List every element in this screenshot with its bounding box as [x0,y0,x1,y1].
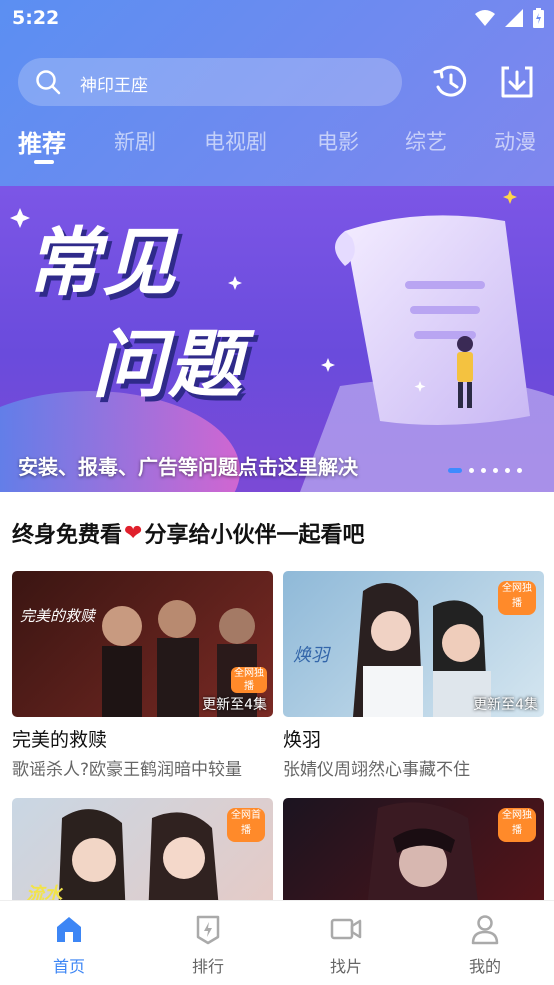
nav-label: 我的 [468,957,501,976]
poster-title: 焕羽 [293,645,329,666]
nav-rank[interactable]: 排行 [168,913,248,977]
search-bar[interactable]: 神印王座 [18,58,402,106]
section-title-part2: 分享给小伙伴一起看吧 [144,523,365,548]
nav-home[interactable]: 首页 [29,913,109,977]
tab-tv[interactable]: 电视剧 [204,126,267,156]
wifi-icon [475,10,495,26]
video-card[interactable]: 焕羽 全网独播 更新至4集 焕羽 张婧仪周翊然心事藏不住 [283,571,544,780]
download-button[interactable] [497,62,537,102]
nav-label: 首页 [52,957,85,976]
exclusive-badge: 全网独播 [498,808,536,842]
tab-movie[interactable]: 电影 [317,126,359,156]
carousel-dot [505,468,510,473]
carousel-dot [493,468,498,473]
nav-label: 排行 [191,957,224,976]
tab-indicator [34,160,54,164]
poster-title: 完美的救赎 [20,607,96,625]
carousel-dot [517,468,522,473]
home-icon [57,917,81,942]
header: 5:22 神印王座 推荐 新剧 电视剧 电影 综艺 动漫 [0,0,554,186]
nav-discover[interactable]: 找片 [306,913,386,977]
search-text: 神印王座 [80,76,148,96]
status-time: 5:22 [12,7,60,29]
tab-anime[interactable]: 动漫 [494,126,536,156]
banner-caption: 安装、报毒、广告等问题点击这里解决 [18,455,358,479]
carousel-indicator [448,468,522,473]
download-icon [501,66,533,98]
rank-icon [196,915,220,945]
video-subtitle: 歌谣杀人?欧豪王鹤润暗中较量 [12,760,243,780]
carousel-dot [481,468,486,473]
banner-headline-1: 常见 [26,220,178,306]
section-title: 终身免费看 ❤ 分享给小伙伴一起看吧 [12,517,364,549]
tab-new[interactable]: 新剧 [114,126,156,156]
banner-carousel[interactable]: 常见 问题 安装、报毒、广告等问题点击这里解决 [0,186,554,492]
video-camera-icon [330,918,362,940]
video-poster[interactable]: 焕羽 全网独播 更新至4集 [283,571,544,717]
battery-icon [533,8,544,28]
history-icon [433,65,467,97]
video-card[interactable]: 完美的救赎 全网独播 更新至4集 完美的救赎 歌谣杀人?欧豪王鹤润暗中较量 [12,571,273,780]
banner-headline-2: 问题 [92,322,244,408]
heart-icon: ❤ [124,520,143,546]
category-tabs: 推荐 新剧 电视剧 电影 综艺 动漫 [0,126,554,170]
history-button[interactable] [431,62,471,102]
video-title[interactable]: 完美的救赎 [12,725,273,751]
carousel-dot [469,468,474,473]
status-icons [475,8,544,28]
tab-recommend[interactable]: 推荐 [18,124,66,159]
carousel-dot [448,468,462,473]
user-icon [471,915,499,945]
tab-variety[interactable]: 综艺 [405,126,447,156]
signal-icon [505,9,523,27]
exclusive-badge: 全网独播 [498,581,536,615]
section-title-part1: 终身免费看 [12,523,123,548]
bottom-nav: 首页 排行 找片 我的 [0,900,554,985]
exclusive-badge: 全网独播 [231,667,267,693]
episode-badge: 更新至4集 [202,697,267,713]
nav-profile[interactable]: 我的 [445,913,525,977]
video-subtitle: 张婧仪周翊然心事藏不住 [283,760,470,780]
episode-badge: 更新至4集 [473,697,538,713]
nav-label: 找片 [329,957,362,976]
search-icon [36,70,61,95]
video-poster[interactable]: 完美的救赎 全网独播 更新至4集 [12,571,273,717]
video-title[interactable]: 焕羽 [283,725,544,751]
premiere-badge: 全网首播 [227,808,265,842]
status-bar: 5:22 [0,0,554,38]
